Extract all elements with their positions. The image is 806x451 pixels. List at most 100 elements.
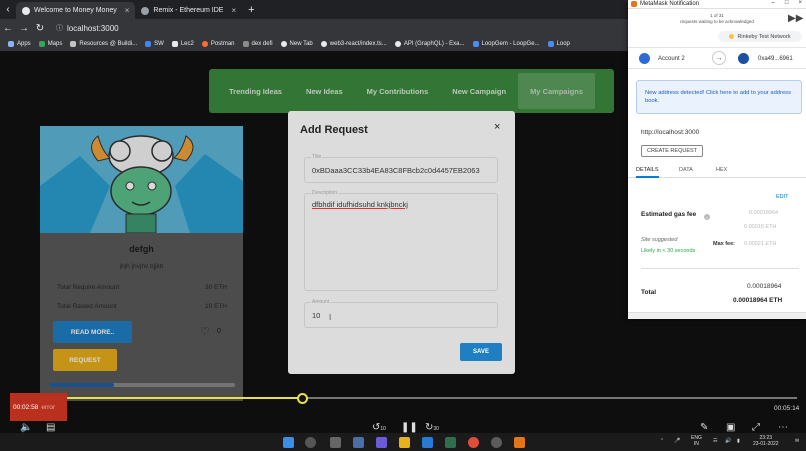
description-field-value: dfbhdif idufhidsuhd knkjbnckj [312, 200, 408, 209]
title-field[interactable]: Title 0xBDaaa3CC33b4EA83C8FBcb2c0d4457EB… [304, 154, 498, 183]
horizontal-scrollbar[interactable] [628, 312, 806, 319]
maps-icon [38, 41, 45, 47]
speaker-icon[interactable]: 🔊 [725, 438, 731, 444]
tab-search-icon[interactable]: ‹ [0, 4, 16, 15]
video-seek-knob[interactable] [297, 393, 309, 404]
clock[interactable]: 23:23 23-01-2022 [753, 435, 779, 447]
pause-icon[interactable]: ❚❚ [401, 422, 418, 433]
teams-icon[interactable] [376, 437, 387, 448]
tray-chevron-icon[interactable]: ⌃ [660, 438, 664, 444]
tab-close-icon[interactable]: × [231, 6, 236, 15]
bookmark-dex-defi[interactable]: dex defi [242, 41, 273, 47]
bookmark-lec2[interactable]: Lec2 [171, 41, 194, 47]
bookmark-resources[interactable]: Resources @ Buildi... [70, 41, 137, 47]
bookmark-sw[interactable]: SW [145, 41, 164, 47]
metamask-window: MetaMask Notification – □ × 1 of 31 requ… [628, 0, 806, 319]
miniplayer-icon[interactable]: ▣ [726, 422, 735, 433]
remix-favicon-icon [141, 6, 150, 15]
skip-back-label: 10 [380, 426, 386, 432]
bookmark-label: LoopGem - LoopGe... [481, 41, 540, 47]
github-icon [394, 41, 401, 47]
info-icon[interactable]: i [704, 214, 710, 220]
volume-icon[interactable]: 🔈 [20, 422, 32, 433]
bookmark-label: dex defi [251, 41, 273, 47]
bookmark-graphql[interactable]: API (GraphQL) - Exa... [394, 41, 465, 47]
back-arrow-icon[interactable]: ← [0, 23, 16, 34]
fullscreen-icon[interactable]: ⤢ [752, 422, 760, 433]
amount-field-value: 10 [312, 311, 321, 320]
url-field[interactable]: ⓘ localhost:3000 [56, 23, 119, 33]
more-options-icon[interactable]: ⋯ [778, 422, 788, 433]
save-button[interactable]: SAVE [460, 343, 502, 361]
next-request-icon[interactable]: ▶▶ [788, 13, 803, 24]
task-view-icon[interactable] [330, 437, 341, 448]
info-icon[interactable]: ⓘ [56, 23, 63, 33]
to-account-avatar [738, 53, 749, 64]
widgets-icon[interactable] [353, 437, 364, 448]
close-icon[interactable]: × [494, 121, 500, 133]
windows-start-icon[interactable] [283, 437, 294, 448]
minimize-icon[interactable]: – [772, 0, 775, 6]
bookmark-web3-react[interactable]: web3-react/index.ts... [320, 41, 387, 47]
new-address-notice[interactable]: New address detected! Click here to add … [636, 80, 802, 114]
microphone-icon[interactable]: 🎤 [674, 438, 680, 444]
window-close-icon[interactable]: × [798, 0, 802, 6]
total-label: Total [641, 289, 657, 296]
estimated-gas-label: Estimated gas fee [641, 211, 697, 218]
total-time: 00:05:14 [774, 405, 800, 412]
bookmark-loopgem[interactable]: LoopGem - LoopGe... [472, 41, 540, 47]
wifi-icon[interactable]: ☴ [713, 438, 717, 444]
tab-remix[interactable]: Remix - Ethereum IDE × [135, 2, 242, 19]
tab-money-money[interactable]: Welcome to Money Money × [16, 2, 136, 19]
request-counter-caption: requests waiting to be acknowledged [680, 19, 754, 24]
skip-forward-icon[interactable]: ↻30 [425, 422, 439, 433]
tab-label: Welcome to Money Money [34, 7, 117, 14]
reload-icon[interactable]: ↻ [32, 23, 48, 34]
from-account-name[interactable]: Account 2 [658, 56, 685, 62]
bookmark-label: New Tab [289, 41, 313, 47]
battery-icon[interactable]: ▮ [737, 438, 740, 444]
skip-forward-label: 30 [433, 426, 439, 432]
bookmark-loop[interactable]: Loop [547, 41, 570, 47]
tab-close-icon[interactable]: × [125, 6, 130, 15]
pen-icon[interactable]: ✎ [700, 422, 708, 433]
total-value: 0.00018964 [747, 283, 782, 290]
bookmark-postman[interactable]: Postman [201, 41, 235, 47]
maximize-icon[interactable]: □ [785, 0, 789, 6]
vscode-icon[interactable] [422, 437, 433, 448]
app-icon[interactable] [445, 437, 456, 448]
gas-estimate-eth-faint: 0.00018 ETH [744, 224, 777, 230]
file-explorer-icon[interactable] [399, 437, 410, 448]
amount-field[interactable]: Amount 10 [304, 299, 498, 328]
gas-estimate-faint: 0.00018964 [749, 210, 779, 216]
tab-data[interactable]: DATA [679, 167, 693, 173]
to-address[interactable]: 0xa49...6961 [758, 56, 793, 62]
forward-arrow-icon[interactable]: → [16, 23, 32, 34]
loopgem-icon [472, 41, 479, 47]
edit-gas-link[interactable]: EDIT [776, 194, 789, 200]
tab-hex[interactable]: HEX [716, 167, 727, 173]
bookmark-new-tab[interactable]: New Tab [280, 41, 313, 47]
github-desktop-icon[interactable] [491, 437, 502, 448]
tab-details[interactable]: DETAILS [636, 167, 659, 178]
chrome-icon[interactable] [468, 437, 479, 448]
bookmark-label: Maps [47, 41, 63, 47]
captions-icon[interactable]: ▤ [46, 422, 55, 433]
new-tab-plus-icon[interactable]: + [248, 4, 254, 16]
bookmark-apps[interactable]: Apps [8, 41, 31, 47]
search-icon[interactable] [305, 437, 316, 448]
globe-icon [280, 41, 287, 47]
metamask-icon[interactable] [514, 437, 525, 448]
sw-icon [145, 41, 152, 47]
amount-field-label: Amount [311, 299, 331, 305]
arrow-right-icon: → [712, 51, 726, 65]
video-seek-bar[interactable] [12, 393, 797, 404]
notifications-icon[interactable]: ✉ [795, 438, 799, 444]
bookmark-maps[interactable]: Maps [38, 41, 63, 47]
tab-label: Remix - Ethereum IDE [153, 7, 224, 14]
language-indicator[interactable]: ENG IN [691, 435, 702, 447]
description-field[interactable]: Description dfbhdif idufhidsuhd knkjbnck… [304, 190, 498, 291]
skip-back-icon[interactable]: ↺10 [372, 422, 386, 433]
postman-icon [201, 41, 208, 47]
github-icon [320, 41, 327, 47]
